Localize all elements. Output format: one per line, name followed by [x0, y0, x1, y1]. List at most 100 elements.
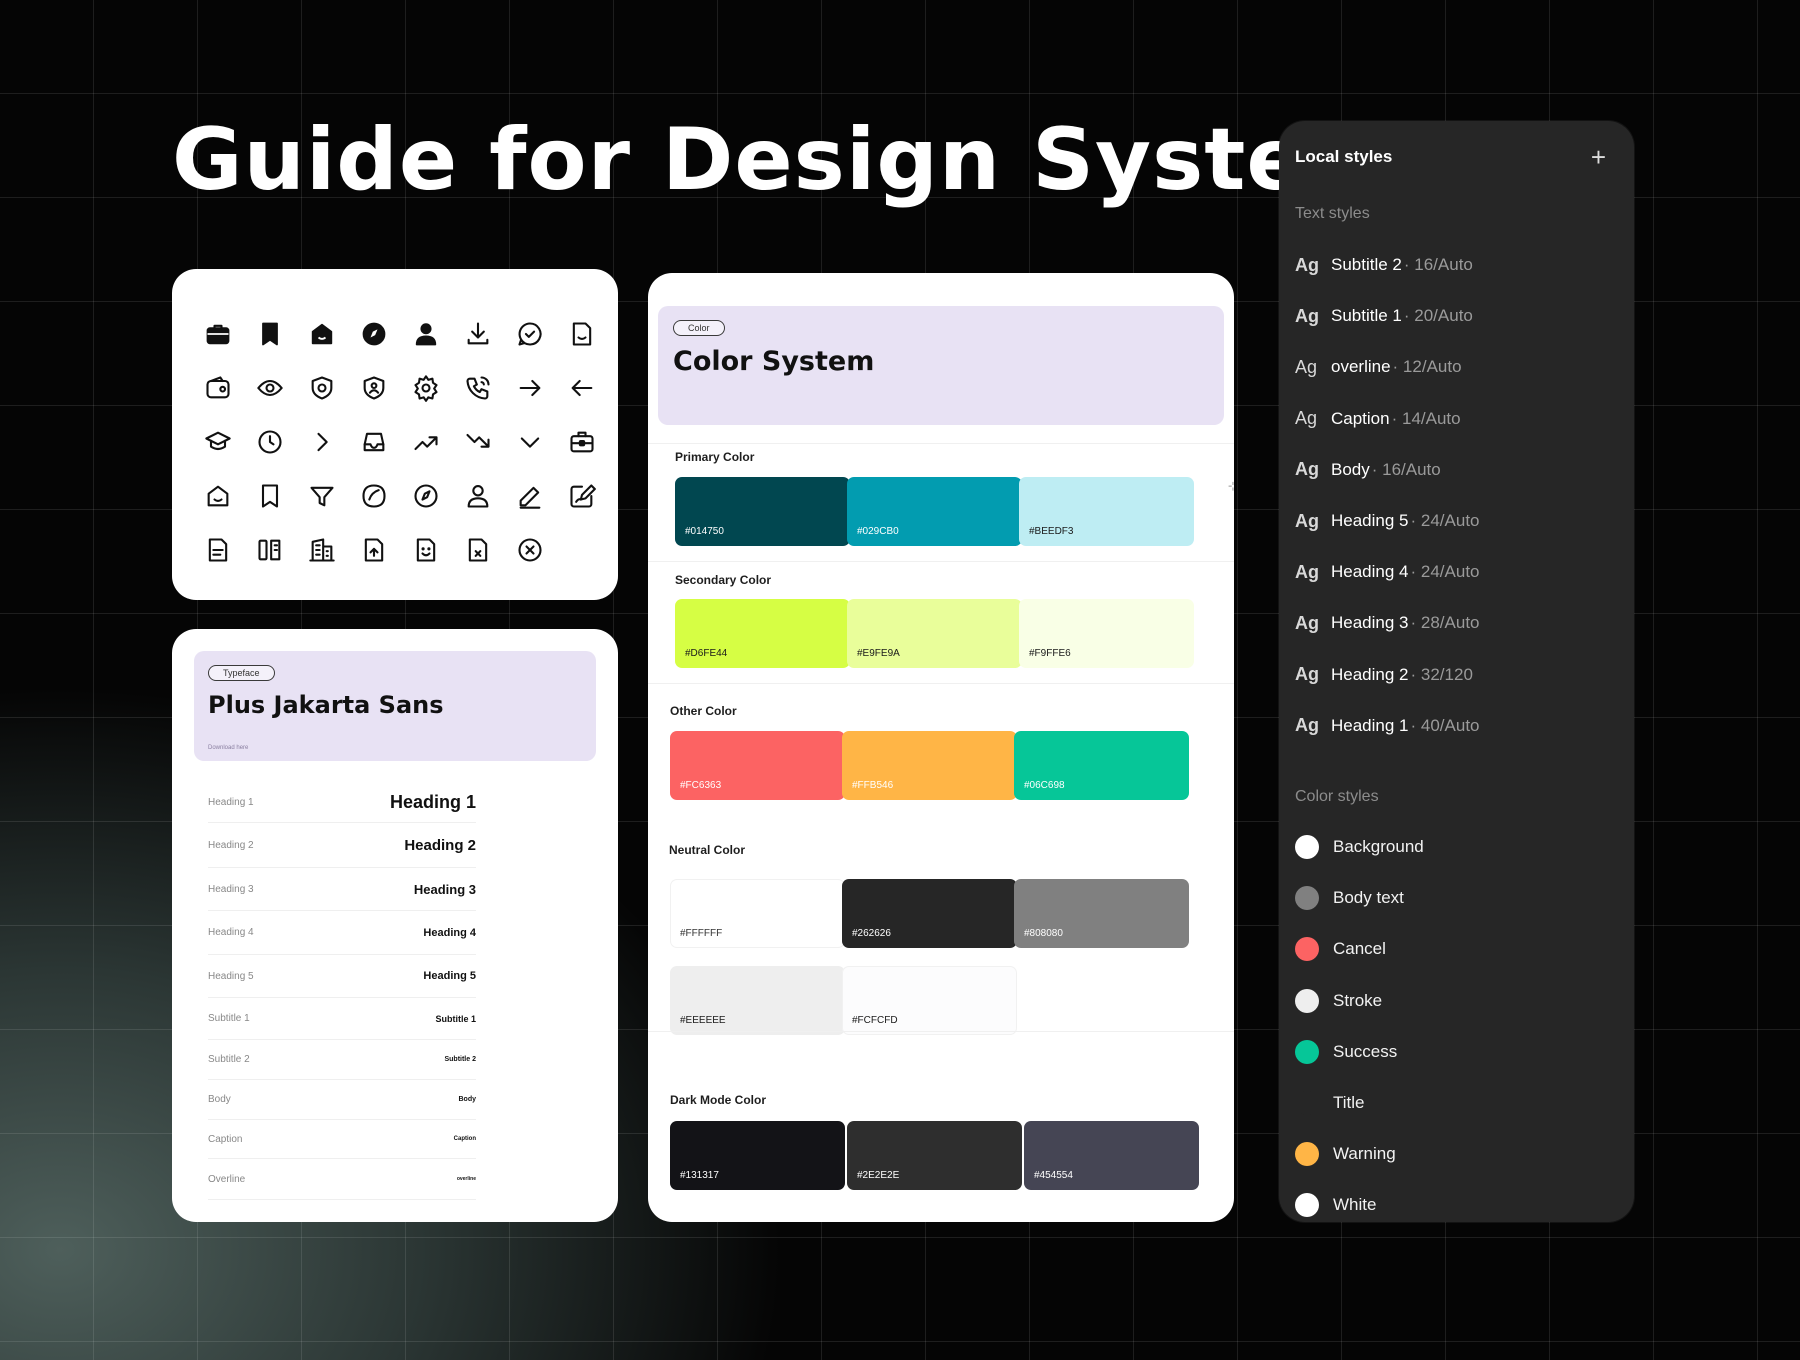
shape-icon	[348, 469, 400, 523]
color-swatch[interactable]: #FFB546	[842, 731, 1017, 800]
color-dot	[1295, 988, 1319, 1013]
type-row-label: Heading 5	[208, 970, 254, 982]
color-dot	[1295, 835, 1319, 859]
color-style-item[interactable]: Body text	[1295, 885, 1404, 911]
color-swatch[interactable]: #FC6363	[670, 731, 845, 800]
secondary-color-label: Secondary Color	[675, 573, 772, 587]
color-swatch[interactable]: #BEEDF3	[1019, 477, 1194, 546]
color-pill: Color	[673, 320, 725, 336]
phone-call-icon	[452, 361, 504, 415]
color-style-item[interactable]: Title	[1295, 1090, 1365, 1116]
ag-glyph: Ag	[1295, 612, 1319, 633]
color-swatch[interactable]: #06C698	[1014, 731, 1189, 800]
text-style-item[interactable]: Ag Body · 16/Auto	[1295, 458, 1441, 482]
type-row-label: Caption	[208, 1133, 243, 1145]
type-row-label: Heading 4	[208, 927, 254, 938]
text-style-item[interactable]: Ag Subtitle 2 · 16/Auto	[1295, 253, 1473, 277]
typeface-pill: Typeface	[208, 665, 275, 681]
color-swatch[interactable]: #262626	[842, 879, 1017, 948]
color-swatch[interactable]: #D6FE44	[675, 599, 850, 668]
edit-note-icon	[556, 469, 608, 523]
ag-glyph: Ag	[1295, 305, 1319, 326]
type-row-sample: Heading 2	[404, 836, 476, 854]
other-color-label: Other Color	[670, 704, 737, 718]
swatch-hex: #06C698	[1024, 780, 1065, 791]
color-dot	[1295, 886, 1319, 911]
swatch-hex: #2E2E2E	[857, 1170, 900, 1181]
ag-glyph: Ag	[1295, 664, 1319, 685]
typeface-header: Typeface Plus Jakarta Sans Download here	[194, 651, 596, 761]
color-style-name: Success	[1333, 1041, 1398, 1061]
text-style-item[interactable]: Ag Heading 5 · 24/Auto	[1295, 509, 1480, 533]
color-swatch[interactable]: #F9FFE6	[1019, 599, 1194, 668]
text-style-item[interactable]: Ag Heading 4 · 24/Auto	[1295, 560, 1480, 584]
type-row-label: Heading 2	[208, 839, 254, 851]
text-style-item[interactable]: Ag Heading 2 · 32/120	[1295, 663, 1473, 687]
color-style-item[interactable]: Background	[1295, 834, 1424, 860]
color-style-item[interactable]: White	[1295, 1192, 1376, 1218]
type-row: Overline overline	[208, 1159, 476, 1200]
typeface-card: Typeface Plus Jakarta Sans Download here…	[172, 629, 618, 1222]
color-swatch[interactable]: #FCFCFD	[842, 966, 1017, 1035]
color-swatch[interactable]: #E9FE9A	[847, 599, 1022, 668]
user-outline-icon	[452, 469, 504, 523]
chat-check-icon	[504, 307, 556, 361]
color-style-item[interactable]: Stroke	[1295, 988, 1382, 1014]
color-style-item[interactable]: Cancel	[1295, 936, 1386, 962]
color-swatch[interactable]: #808080	[1014, 879, 1189, 948]
color-dot	[1295, 1091, 1319, 1115]
type-row-sample: Heading 3	[413, 881, 476, 897]
icon-grid	[192, 307, 606, 577]
type-row-sample: Heading 1	[389, 792, 476, 812]
color-style-item[interactable]: Success	[1295, 1039, 1397, 1065]
color-swatch[interactable]: #131317	[670, 1121, 845, 1190]
type-row: Heading 4 Heading 4	[208, 911, 476, 955]
file-x-icon	[452, 523, 504, 577]
color-style-item[interactable]: Warning	[1295, 1141, 1396, 1167]
pencil-icon	[504, 469, 556, 523]
text-style-item[interactable]: Ag Heading 1 · 40/Auto	[1295, 714, 1480, 738]
add-style-icon[interactable]: +	[1591, 142, 1606, 173]
primary-color-label: Primary Color	[675, 450, 755, 464]
text-style-name: Subtitle 2	[1331, 255, 1402, 274]
divider	[648, 1031, 1234, 1032]
text-style-item[interactable]: Ag Caption · 14/Auto	[1295, 407, 1461, 431]
download-link[interactable]: Download here	[208, 745, 248, 751]
type-row: Caption Caption	[208, 1120, 476, 1159]
resize-handle-icon[interactable]: ⊹	[1228, 479, 1234, 493]
color-swatch[interactable]: #FFFFFF	[670, 879, 845, 948]
color-swatch[interactable]: #029CB0	[847, 477, 1022, 546]
text-style-item[interactable]: Ag Subtitle 1 · 20/Auto	[1295, 304, 1473, 328]
color-swatch[interactable]: #2E2E2E	[847, 1121, 1022, 1190]
color-swatch[interactable]: #014750	[675, 477, 850, 546]
type-row-label: Heading 1	[208, 797, 254, 808]
text-style-item[interactable]: Ag overline · 12/Auto	[1295, 355, 1462, 379]
graduation-cap-icon	[192, 415, 244, 469]
file-text-icon	[192, 523, 244, 577]
panel-title: Local styles	[1295, 147, 1393, 166]
compass-outline-icon	[400, 469, 452, 523]
trending-down-icon	[452, 415, 504, 469]
briefcase-outline-icon	[556, 415, 608, 469]
color-swatch[interactable]: #454554	[1024, 1121, 1199, 1190]
color-style-name: Title	[1333, 1093, 1365, 1112]
divider	[648, 443, 1234, 444]
color-dot	[1295, 1039, 1319, 1064]
local-styles-panel: Local styles + Text styles Ag Subtitle 2 ·…	[1279, 121, 1634, 1222]
download-icon	[452, 307, 504, 361]
type-row: Heading 2 Heading 2	[208, 823, 476, 868]
type-row-sample: Subtitle 1	[435, 1013, 476, 1024]
color-dot	[1295, 937, 1319, 962]
color-styles-label: Color styles	[1295, 788, 1379, 805]
color-style-name: White	[1333, 1195, 1377, 1215]
chevron-down-icon	[504, 415, 556, 469]
swatch-hex: #FFFFFF	[680, 928, 723, 939]
swatch-hex: #FC6363	[680, 780, 722, 791]
color-swatch[interactable]: #EEEEEE	[670, 966, 845, 1035]
text-styles-label: Text styles	[1295, 205, 1370, 222]
home-icon	[296, 307, 348, 361]
swatch-hex: #D6FE44	[685, 648, 728, 659]
swatch-hex: #014750	[685, 526, 724, 537]
swatch-hex: #F9FFE6	[1029, 648, 1071, 659]
text-style-item[interactable]: Ag Heading 3 · 28/Auto	[1295, 611, 1480, 635]
